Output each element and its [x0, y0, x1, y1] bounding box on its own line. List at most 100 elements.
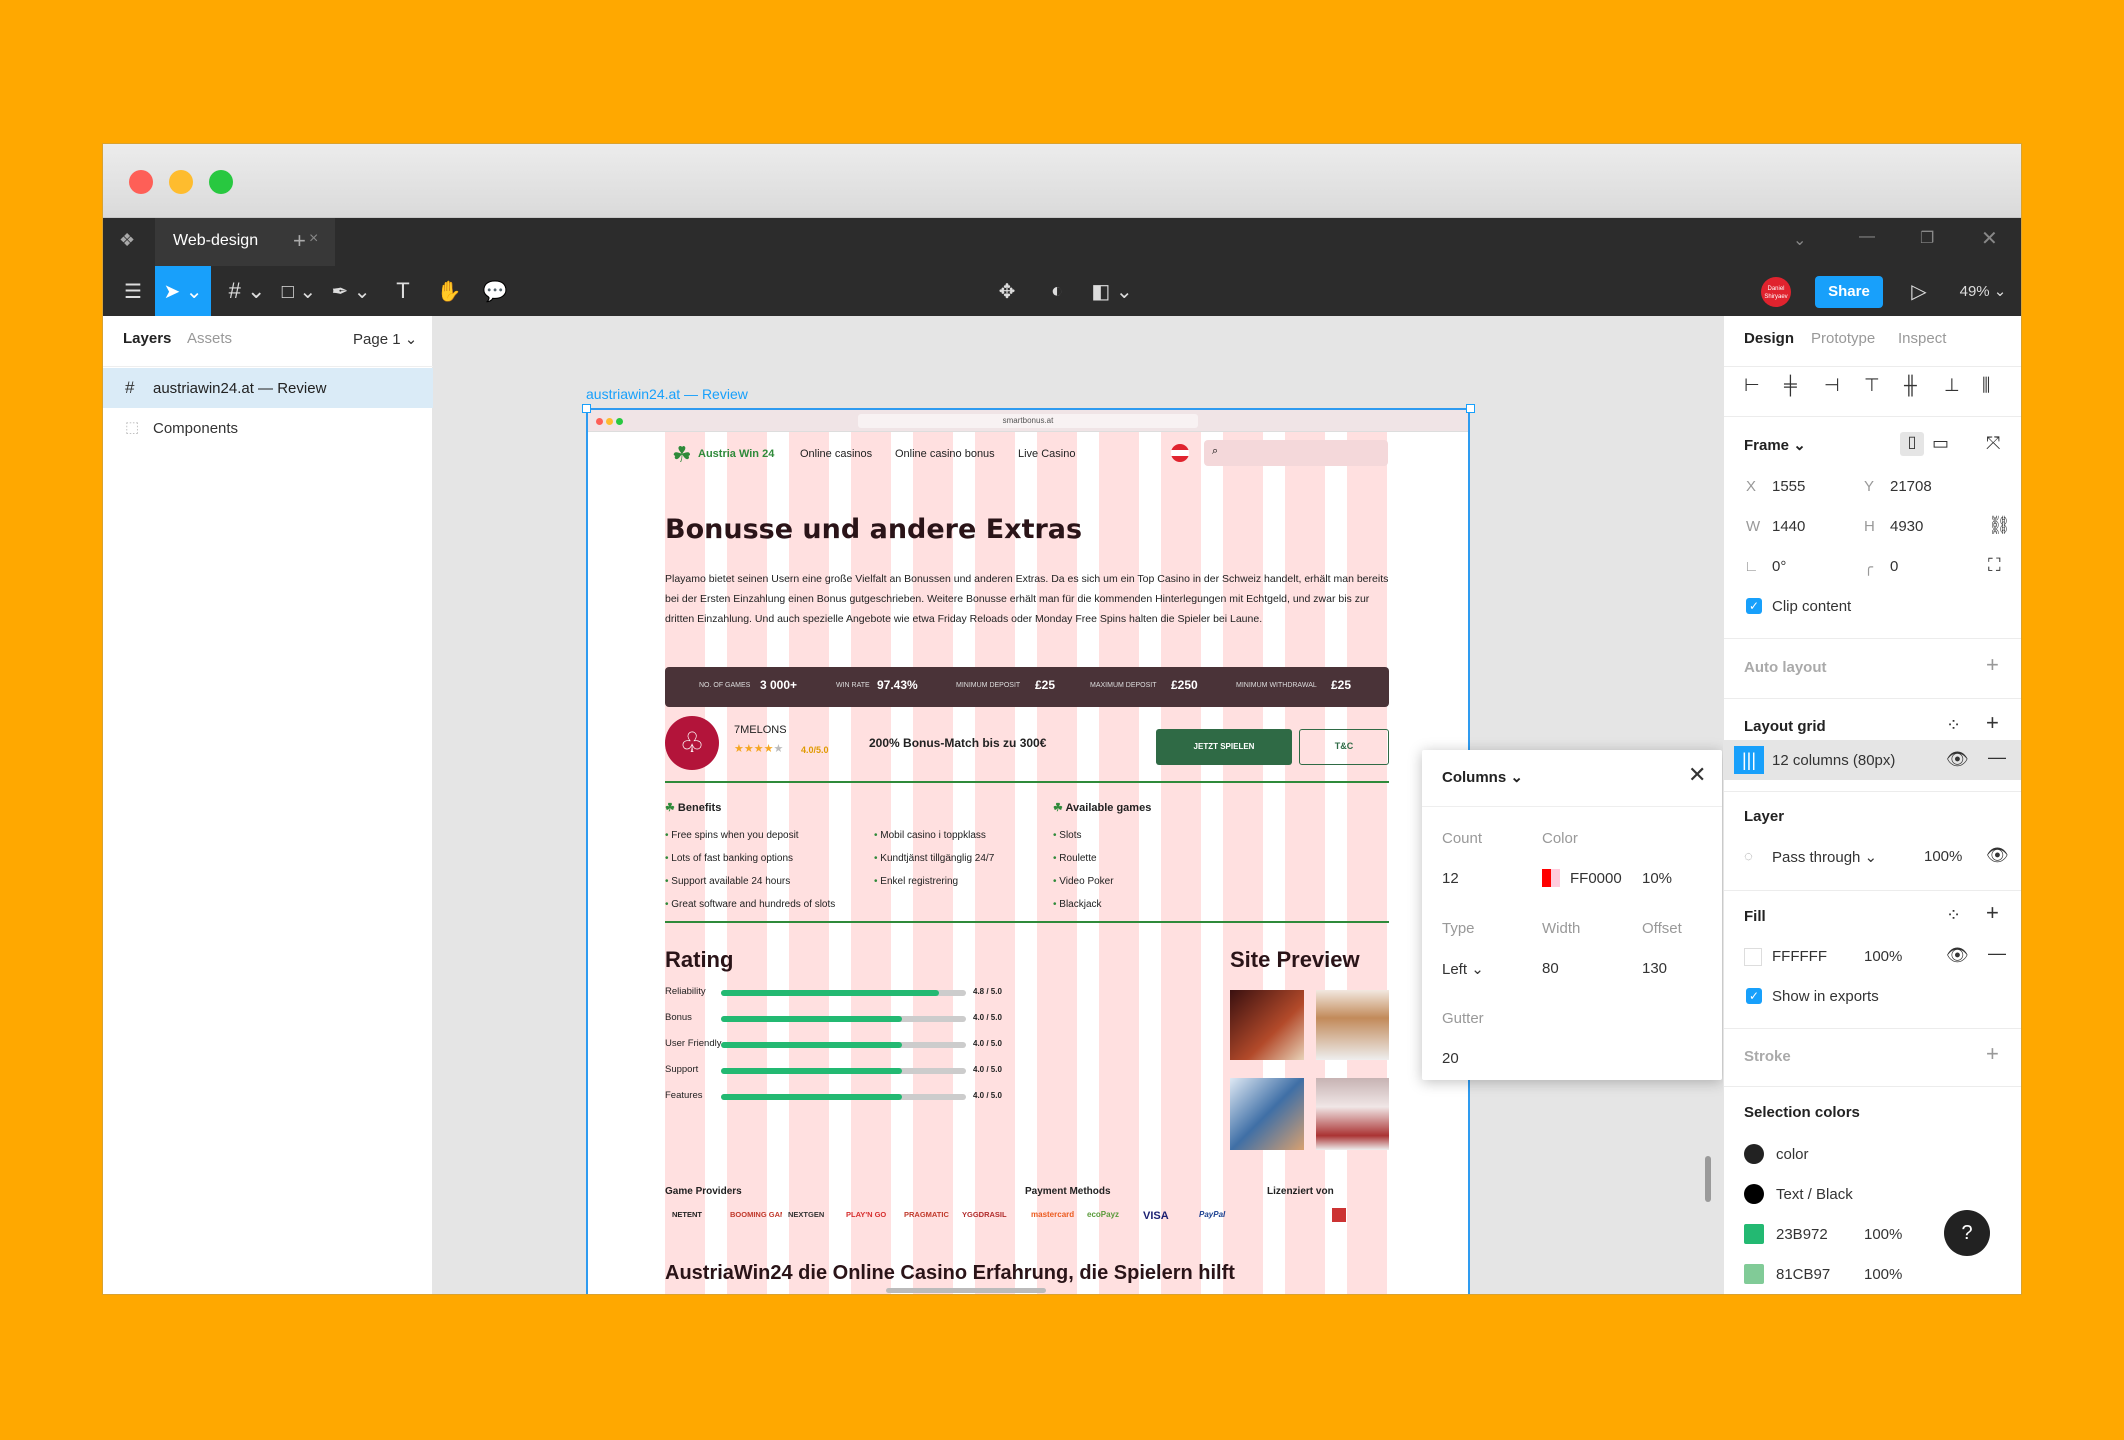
- grid-styles-icon[interactable]: ⁘: [1946, 716, 1961, 734]
- text-tool-icon[interactable]: T: [383, 266, 423, 316]
- w-input[interactable]: 1440: [1772, 518, 1805, 535]
- chevron-down-icon[interactable]: ⌄: [1793, 230, 1806, 250]
- eye-icon[interactable]: 👁: [1946, 750, 1969, 768]
- help-button[interactable]: ?: [1944, 1210, 1990, 1256]
- close-icon[interactable]: ✕: [1981, 226, 1998, 251]
- landscape-icon[interactable]: ▭: [1932, 434, 1949, 452]
- move-tool-icon[interactable]: ➤ ⌄: [155, 266, 211, 316]
- align-center-icon[interactable]: ╪: [1784, 376, 1797, 394]
- align-right-icon[interactable]: ⊣: [1824, 376, 1840, 394]
- browser-dot-green: [616, 418, 623, 425]
- fill-opacity-input[interactable]: 100%: [1864, 948, 1902, 965]
- site-heading: Bonusse und andere Extras: [665, 514, 1083, 545]
- offset-input[interactable]: 130: [1642, 960, 1667, 977]
- y-input[interactable]: 21708: [1890, 478, 1932, 495]
- restore-icon[interactable]: ❐: [1920, 228, 1934, 248]
- boolean-icon[interactable]: ◧ ⌄: [1087, 266, 1137, 316]
- close-icon[interactable]: ✕: [1688, 762, 1706, 788]
- add-grid-icon[interactable]: +: [1986, 712, 1999, 734]
- layer-opacity-input[interactable]: 100%: [1924, 848, 1962, 865]
- new-tab-icon[interactable]: +: [293, 228, 306, 254]
- layer-row-components[interactable]: ⬚ Components: [103, 408, 433, 448]
- color-swatch[interactable]: [1744, 1144, 1764, 1164]
- clip-content-checkbox[interactable]: ✓: [1746, 598, 1762, 614]
- color-swatch[interactable]: [1744, 1224, 1764, 1244]
- fill-swatch[interactable]: [1744, 948, 1762, 966]
- page-selector[interactable]: Page 1 ⌄: [353, 330, 417, 348]
- add-fill-icon[interactable]: +: [1986, 902, 1999, 924]
- align-top-icon[interactable]: ⊤: [1864, 376, 1880, 394]
- grid-item-row[interactable]: ||| 12 columns (80px) 👁 —: [1724, 740, 2021, 780]
- add-stroke-icon[interactable]: +: [1986, 1043, 1999, 1065]
- grid-type-label: Columns: [1442, 769, 1507, 786]
- benefits-title: ☘ Benefits: [665, 802, 722, 814]
- maximize-window-button[interactable]: [209, 170, 233, 194]
- grid-type-dropdown[interactable]: Columns ⌄: [1442, 768, 1523, 786]
- close-window-button[interactable]: [129, 170, 153, 194]
- frame-tool-icon[interactable]: # ⌄: [221, 266, 273, 316]
- align-middle-icon[interactable]: ╫: [1904, 376, 1917, 394]
- close-tab-icon[interactable]: ×: [309, 230, 318, 248]
- layer-row-frame[interactable]: # austriawin24.at — Review: [103, 368, 433, 408]
- components-icon[interactable]: ✥: [987, 266, 1027, 316]
- constrain-proportions-icon[interactable]: ⛓: [1988, 516, 2011, 534]
- grid-columns-icon[interactable]: |||: [1734, 746, 1764, 774]
- avatar[interactable]: Daniel Shiryaev: [1761, 277, 1791, 307]
- remove-fill-icon[interactable]: —: [1988, 944, 2006, 962]
- gutter-input[interactable]: 20: [1442, 1050, 1459, 1067]
- horizontal-scrollbar[interactable]: [886, 1288, 1046, 1293]
- type-dropdown[interactable]: Left ⌄: [1442, 960, 1484, 978]
- frame-section[interactable]: Frame ⌄: [1744, 436, 1806, 454]
- resize-to-fit-icon[interactable]: ⤧: [1986, 434, 2000, 452]
- mask-icon[interactable]: ◐: [1037, 266, 1077, 316]
- rectangle-tool-icon[interactable]: □ ⌄: [273, 266, 325, 316]
- vertical-scrollbar[interactable]: [1705, 1156, 1711, 1202]
- color-swatch[interactable]: [1744, 1184, 1764, 1204]
- design-frame[interactable]: smartbonus.at ☘ Austria Win 24 Online ca…: [586, 408, 1470, 1294]
- stat-label: WIN RATE: [836, 682, 870, 689]
- show-in-exports-checkbox[interactable]: ✓: [1746, 988, 1762, 1004]
- minimize-icon[interactable]: —: [1859, 228, 1875, 246]
- comment-tool-icon[interactable]: 💬: [475, 266, 515, 316]
- frame-label[interactable]: austriawin24.at — Review: [586, 386, 748, 402]
- remove-grid-icon[interactable]: —: [1988, 748, 2006, 766]
- fill-hex-input[interactable]: FFFFFF: [1772, 948, 1827, 965]
- minimize-window-button[interactable]: [169, 170, 193, 194]
- align-bottom-icon[interactable]: ⊥: [1944, 376, 1960, 394]
- color-swatch[interactable]: [1542, 869, 1560, 887]
- blend-mode-dropdown[interactable]: Pass through ⌄: [1772, 848, 1877, 866]
- share-button[interactable]: Share: [1815, 276, 1883, 308]
- eye-icon[interactable]: 👁: [1986, 846, 2009, 864]
- h-input[interactable]: 4930: [1890, 518, 1923, 535]
- resize-handle[interactable]: [1466, 404, 1475, 413]
- width-input[interactable]: 80: [1542, 960, 1559, 977]
- main-menu-icon[interactable]: ☰: [113, 266, 153, 316]
- x-input[interactable]: 1555: [1772, 478, 1805, 495]
- tab-prototype[interactable]: Prototype: [1811, 330, 1875, 347]
- eye-icon[interactable]: 👁: [1946, 946, 1969, 964]
- radius-input[interactable]: 0: [1890, 558, 1898, 575]
- color-swatch[interactable]: [1744, 1264, 1764, 1284]
- tab-layers[interactable]: Layers: [123, 330, 171, 347]
- color-hex-input[interactable]: FF0000: [1570, 870, 1622, 887]
- align-left-icon[interactable]: ⊢: [1744, 376, 1760, 394]
- zoom-dropdown[interactable]: 49% ⌄: [1953, 266, 2013, 316]
- tab-assets[interactable]: Assets: [187, 330, 232, 347]
- hand-tool-icon[interactable]: ✋: [429, 266, 469, 316]
- independent-corners-icon[interactable]: ⛶: [1988, 556, 2001, 574]
- add-auto-layout-icon[interactable]: +: [1986, 654, 1999, 676]
- pen-tool-icon[interactable]: ✒ ⌄: [325, 266, 377, 316]
- tab-inspect[interactable]: Inspect: [1898, 330, 1946, 347]
- color-opacity-input[interactable]: 10%: [1642, 870, 1672, 887]
- distribute-icon[interactable]: ⫼: [1982, 376, 1990, 394]
- tab-web-design[interactable]: Web-design ×: [155, 218, 335, 266]
- tab-design[interactable]: Design: [1744, 330, 1794, 347]
- play-icon[interactable]: ▷: [1899, 266, 1939, 316]
- rotation-input[interactable]: 0°: [1772, 558, 1786, 575]
- count-input[interactable]: 12: [1442, 870, 1459, 887]
- grid-column: [1161, 410, 1201, 1294]
- figma-logo-icon[interactable]: ❖: [119, 230, 135, 254]
- portrait-icon[interactable]: ▯: [1900, 432, 1924, 456]
- fill-styles-icon[interactable]: ⁘: [1946, 906, 1961, 924]
- resize-handle[interactable]: [582, 404, 591, 413]
